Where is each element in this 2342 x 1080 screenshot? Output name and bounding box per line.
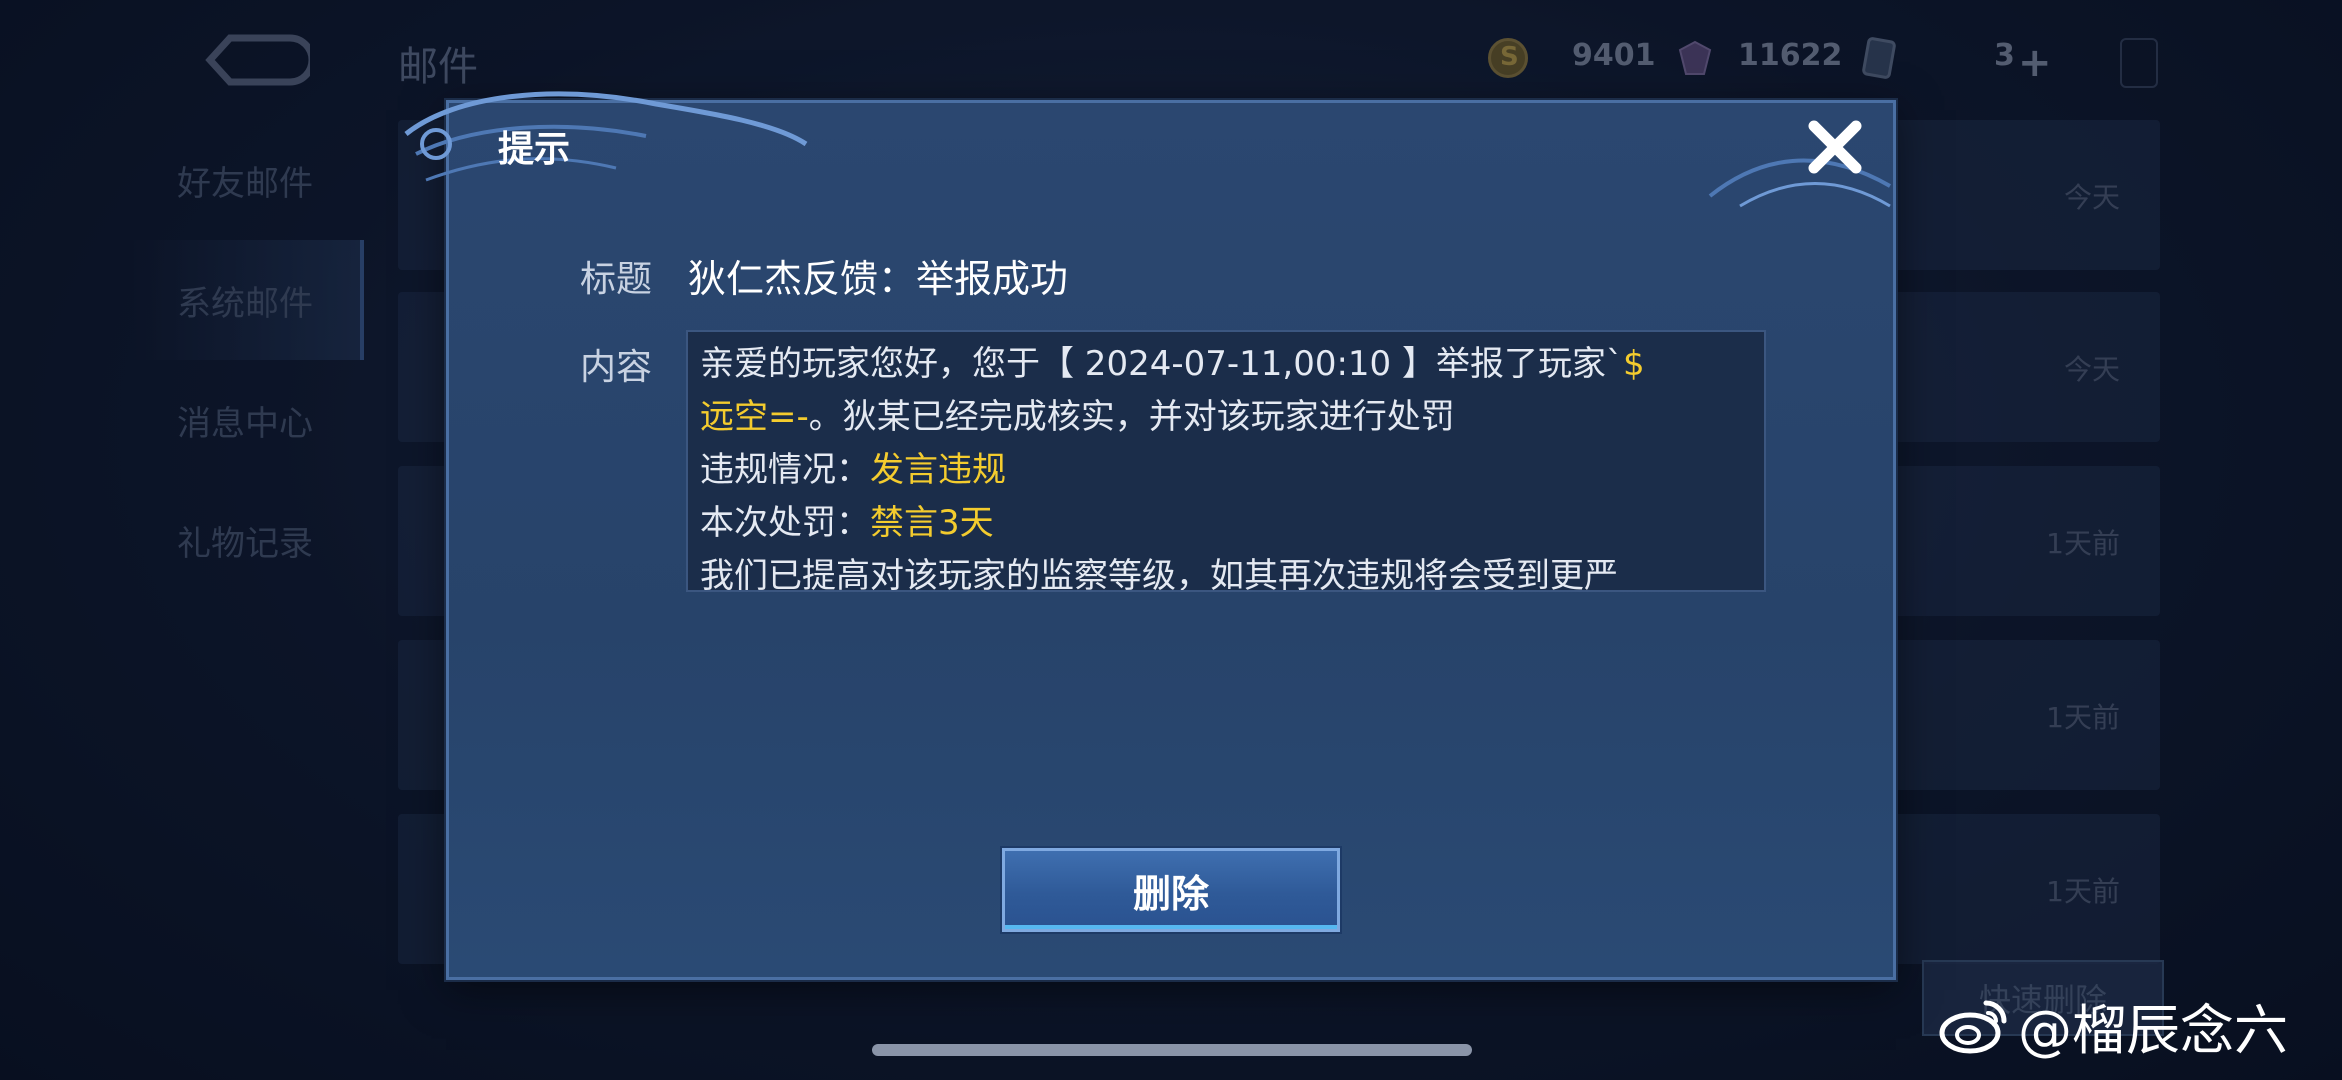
content-line: 我们已提高对该玩家的监察等级，如其再次违规将会受到更严 — [700, 550, 1752, 592]
content-text: 我们已提高对该玩家的监察等级，如其再次违规将会受到更严 — [700, 556, 1618, 592]
content-line: 亲爱的玩家您好，您于【 2024-07-11,00:10 】举报了玩家`$ — [700, 338, 1752, 391]
mail-content-box[interactable]: 亲爱的玩家您好，您于【 2024-07-11,00:10 】举报了玩家`$ 远空… — [686, 330, 1766, 592]
content-text: 本次处罚： — [700, 503, 870, 543]
watermark: @榴辰念六 — [1938, 990, 2288, 1062]
delete-button[interactable]: 删除 — [1002, 848, 1340, 932]
content-text: 违规情况： — [700, 450, 870, 490]
content-line: 远空=-。狄某已经完成核实，并对该玩家进行处罚 — [700, 391, 1752, 444]
content-line: 本次处罚：禁言3天 — [700, 497, 1752, 550]
content-label: 内容 — [580, 347, 653, 388]
violation-type: 发言违规 — [870, 450, 1006, 490]
cloud-ornament-icon — [404, 91, 808, 182]
reported-player-name: $ — [1623, 344, 1645, 384]
content-line: 违规情况：发言违规 — [700, 444, 1752, 497]
content-text: 亲爱的玩家您好，您于【 2024-07-11,00:10 】举报了玩家` — [700, 344, 1623, 384]
home-indicator[interactable] — [872, 1044, 1472, 1056]
reported-player-name: 远空=- — [700, 397, 809, 437]
mail-subject: 狄仁杰反馈：举报成功 — [688, 257, 1069, 301]
content-text: 。狄某已经完成核实，并对该玩家进行处罚 — [808, 397, 1455, 437]
weibo-logo-icon — [1939, 1000, 2007, 1054]
watermark-text: @榴辰念六 — [2018, 998, 2288, 1062]
close-icon[interactable] — [1800, 112, 1870, 182]
subject-label: 标题 — [580, 259, 653, 300]
dialog-title: 提示 — [498, 129, 571, 170]
penalty: 禁言3天 — [870, 503, 994, 543]
